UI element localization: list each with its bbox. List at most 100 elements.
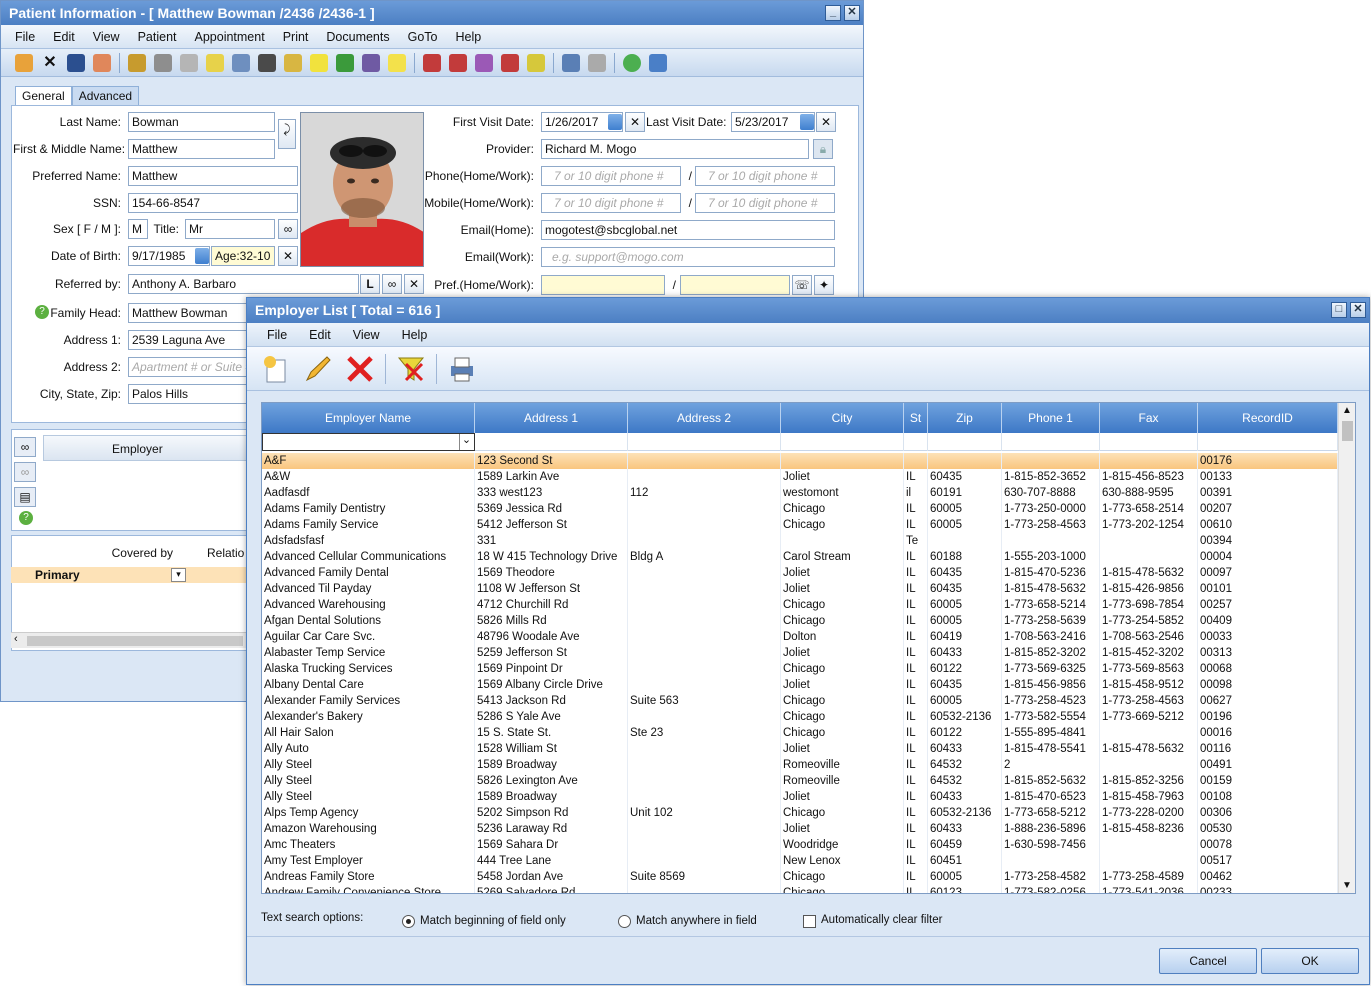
- chart-icon[interactable]: [475, 53, 493, 72]
- referred-field[interactable]: Anthony A. Barbaro: [128, 274, 359, 294]
- help-icon[interactable]: [623, 53, 641, 72]
- filter-dropdown-icon[interactable]: ⌄: [459, 434, 473, 450]
- mobile-home-field[interactable]: 7 or 10 digit phone #: [541, 193, 681, 213]
- scroll-up-icon[interactable]: ▲: [1342, 405, 1352, 416]
- print-icon[interactable]: [562, 53, 580, 72]
- email-work-field[interactable]: e.g. support@mogo.com: [541, 247, 835, 267]
- table-row[interactable]: Afgan Dental Solutions 5826 Mills Rd Chica…: [262, 613, 1338, 629]
- scroll-left-icon[interactable]: ‹: [14, 633, 18, 645]
- vscroll-thumb[interactable]: [1342, 421, 1353, 441]
- city-field[interactable]: Palos Hills: [128, 384, 247, 404]
- table-row[interactable]: Alexander Family Services 5413 Jackson Rd…: [262, 693, 1338, 709]
- ok-button[interactable]: OK: [1261, 948, 1359, 974]
- xray-icon[interactable]: [180, 53, 198, 72]
- menu-patient[interactable]: Patient: [138, 30, 177, 44]
- email-home-field[interactable]: mogotest@sbcglobal.net: [541, 220, 835, 240]
- table-row[interactable]: Advanced Til Payday 1108 W Jefferson St Jo…: [262, 581, 1338, 597]
- tab-advanced[interactable]: Advanced: [71, 86, 140, 105]
- sex-field[interactable]: M: [128, 219, 148, 239]
- cancel-button[interactable]: Cancel: [1159, 948, 1257, 974]
- table-row[interactable]: Aadfasdf 333 west123 112 westomont il 60191 63…: [262, 485, 1338, 501]
- table-row[interactable]: Ally Steel 1589 Broadway Joliet IL 60433 1-81…: [262, 789, 1338, 805]
- last-visit-dropdown-icon[interactable]: [800, 114, 814, 130]
- first-visit-clear-icon[interactable]: ✕: [625, 112, 645, 132]
- filter-cell-address-2[interactable]: [628, 433, 781, 451]
- table-row[interactable]: Ally Auto 1528 William St Joliet IL 60433 1-8…: [262, 741, 1338, 757]
- print-icon[interactable]: [445, 352, 479, 386]
- menu-print[interactable]: Print: [283, 30, 309, 44]
- family-head-field[interactable]: Matthew Bowman: [128, 303, 247, 323]
- table-row[interactable]: Aguilar Car Care Svc. 48796 Woodale Ave Do…: [262, 629, 1338, 645]
- phone-home-field[interactable]: 7 or 10 digit phone #: [541, 166, 681, 186]
- pref-work-field[interactable]: [680, 275, 790, 295]
- note-icon[interactable]: [206, 53, 224, 72]
- referred-lookup-button[interactable]: L: [360, 274, 380, 294]
- table-row[interactable]: Albany Dental Care 1569 Albany Circle Dri…: [262, 677, 1338, 693]
- filter-cell-employer-name[interactable]: ⌄: [262, 433, 475, 451]
- table-row[interactable]: Alps Temp Agency 5202 Simpson Rd Unit 102 C…: [262, 805, 1338, 821]
- column-header-zip[interactable]: Zip: [928, 403, 1002, 433]
- ssn-field[interactable]: 154-66-8547: [128, 193, 298, 213]
- menu-edit[interactable]: Edit: [309, 328, 331, 342]
- column-header-st[interactable]: St: [904, 403, 928, 433]
- grid-icon[interactable]: [258, 53, 276, 72]
- tooth-icon[interactable]: [128, 53, 146, 72]
- filter-cell-phone-1[interactable]: [1002, 433, 1100, 451]
- report-icon[interactable]: [423, 53, 441, 72]
- maximize-icon[interactable]: □: [1331, 302, 1347, 318]
- employer-help-icon[interactable]: ?: [19, 511, 33, 525]
- table-row[interactable]: Andrew Family Convenience Store 5269 Salv…: [262, 885, 1338, 893]
- scroll-thumb[interactable]: [27, 636, 243, 646]
- arrow-doc-icon[interactable]: [388, 53, 406, 72]
- provider-field[interactable]: Richard M. Mogo: [541, 139, 809, 159]
- table-row[interactable]: Adsfadsfasf 331 Te 00394: [262, 533, 1338, 549]
- filter-cell-st[interactable]: [904, 433, 928, 451]
- word-doc-icon[interactable]: [527, 53, 545, 72]
- menu-view[interactable]: View: [353, 328, 380, 342]
- save-icon[interactable]: [67, 53, 85, 72]
- employer-link-icon[interactable]: ∞: [14, 437, 36, 457]
- menu-edit[interactable]: Edit: [53, 30, 75, 44]
- table-row[interactable]: Amy Test Employer 444 Tree Lane New Lenox I…: [262, 853, 1338, 869]
- pref-home-field[interactable]: [541, 275, 665, 295]
- edit-pencil-icon[interactable]: [301, 352, 335, 386]
- new-record-icon[interactable]: [259, 352, 293, 386]
- address1-field[interactable]: 2539 Laguna Ave: [128, 330, 247, 350]
- table-row[interactable]: Alexander's Bakery 5286 S Yale Ave Chicago…: [262, 709, 1338, 725]
- delete-x-icon[interactable]: [343, 352, 377, 386]
- menu-help[interactable]: Help: [402, 328, 428, 342]
- column-header-fax[interactable]: Fax: [1100, 403, 1198, 433]
- report3-icon[interactable]: [501, 53, 519, 72]
- address2-field[interactable]: Apartment # or Suite #: [128, 357, 247, 377]
- table-row[interactable]: Advanced Cellular Communications 18 W 415…: [262, 549, 1338, 565]
- menu-documents[interactable]: Documents: [326, 30, 389, 44]
- exit-icon[interactable]: [649, 53, 667, 72]
- employer-doc-icon[interactable]: ▤: [14, 487, 36, 507]
- clear-filter-icon[interactable]: [394, 352, 428, 386]
- table-row[interactable]: A&W 1589 Larkin Ave Joliet IL 60435 1-815-852…: [262, 469, 1338, 485]
- rc-icon[interactable]: [310, 53, 328, 72]
- last-name-field[interactable]: Bowman: [128, 112, 275, 132]
- patient-photo[interactable]: [300, 112, 424, 267]
- phone-work-field[interactable]: 7 or 10 digit phone #: [695, 166, 835, 186]
- table-row[interactable]: Ally Steel 5826 Lexington Ave Romeoville IL…: [262, 773, 1338, 789]
- radio-match-beginning[interactable]: [402, 915, 415, 928]
- table-row[interactable]: Amazon Warehousing 5236 Laraway Rd Joliet I…: [262, 821, 1338, 837]
- coverage-hscroll[interactable]: ‹: [11, 632, 247, 648]
- scroll-down-icon[interactable]: ▼: [1342, 880, 1352, 891]
- delete-icon[interactable]: ✕: [41, 54, 59, 72]
- menu-help[interactable]: Help: [456, 30, 482, 44]
- table-row[interactable]: Advanced Family Dental 1569 Theodore Jolie…: [262, 565, 1338, 581]
- primary-dropdown-icon[interactable]: ▾: [171, 568, 186, 582]
- minimize-icon[interactable]: _: [825, 5, 841, 21]
- first-name-field[interactable]: Matthew: [128, 139, 275, 159]
- filter-cell-zip[interactable]: [928, 433, 1002, 451]
- menu-appointment[interactable]: Appointment: [195, 30, 265, 44]
- menu-view[interactable]: View: [93, 30, 120, 44]
- table-row[interactable]: Ally Steel 1589 Broadway Romeoville IL 64532…: [262, 757, 1338, 773]
- lock-icon[interactable]: [93, 53, 111, 72]
- preferred-name-field[interactable]: Matthew: [128, 166, 298, 186]
- first-visit-dropdown-icon[interactable]: [608, 114, 622, 130]
- menu-file[interactable]: File: [267, 328, 287, 342]
- filter-cell-fax[interactable]: [1100, 433, 1198, 451]
